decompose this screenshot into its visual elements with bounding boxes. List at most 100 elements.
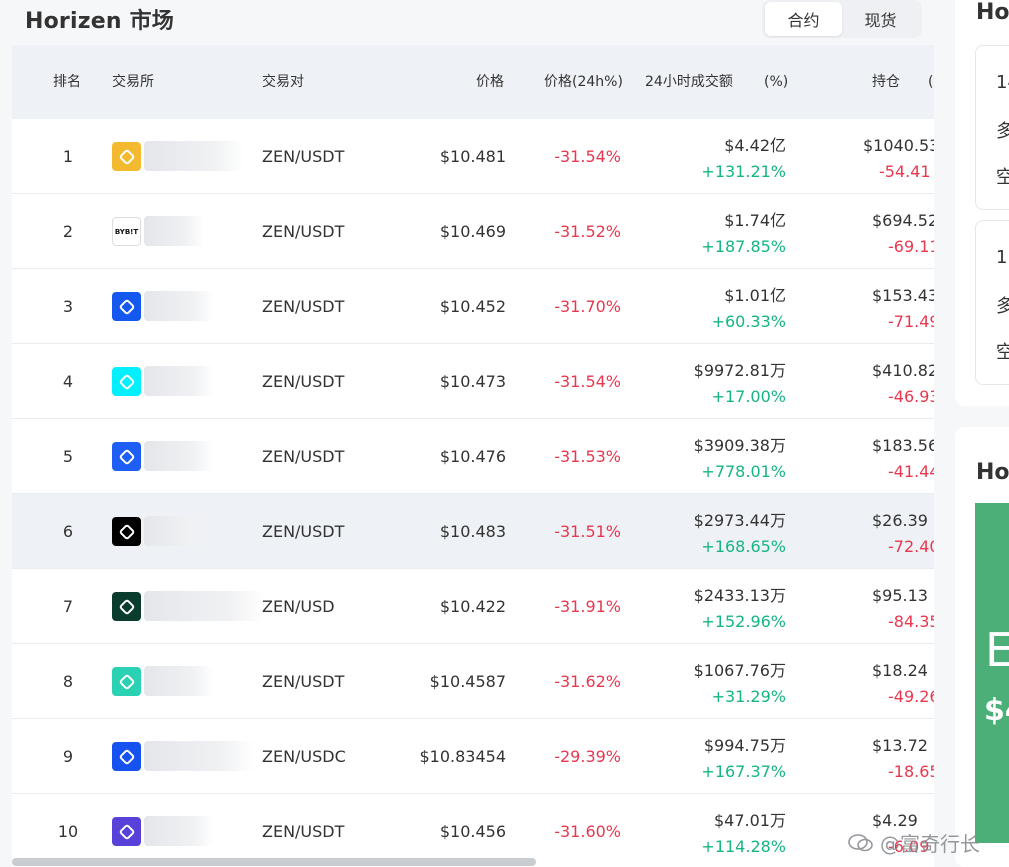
col-pair[interactable]: 交易对	[262, 45, 304, 119]
tab-spot[interactable]: 现货	[842, 2, 919, 36]
sidebar-card-1-title: Hor	[976, 0, 1009, 25]
coinex-logo[interactable]	[112, 667, 141, 696]
change-cell: -31.70%	[554, 297, 621, 316]
pair-cell[interactable]: ZEN/USDT	[262, 494, 344, 569]
table-row[interactable]: 10 ZEN/USDT $10.456 -31.60% $47.01万 +114.28% $…	[12, 794, 934, 867]
table-row[interactable]: 7 ZEN/USD $10.422 -31.91% $2433.13万 +152.96% $…	[12, 569, 934, 644]
pair-cell[interactable]: ZEN/USDT	[262, 119, 344, 194]
stat-box-1-line-1: 14	[996, 72, 1009, 93]
exchange-name-redacted	[144, 216, 204, 246]
price-cell: $10.4587	[429, 672, 506, 691]
table-row[interactable]: 4 ZEN/USDT $10.473 -31.54% $9972.81万 +17.00% $…	[12, 344, 934, 419]
sidebar-stat-box-2: 1: 多 空	[975, 220, 1009, 385]
change-cell: -31.91%	[554, 597, 621, 616]
exchange-name-redacted	[144, 666, 214, 696]
pair-cell[interactable]: ZEN/USDT	[262, 269, 344, 344]
horizontal-scrollbar[interactable]	[12, 858, 536, 866]
rank-cell: 5	[62, 447, 74, 466]
col-volume[interactable]: 24小时成交额	[645, 45, 733, 119]
volume-cell: $4.42亿 +131.21%	[701, 133, 786, 185]
table-row[interactable]: 2 BYB!T ZEN/USDT $10.469 -31.52% $1.74亿 +187.8…	[12, 194, 934, 269]
open-interest-cell: $1040.53 -54.41	[863, 133, 934, 185]
rank-cell: 1	[62, 147, 74, 166]
exchange-name-redacted	[144, 441, 214, 471]
rank-cell: 4	[62, 372, 74, 391]
open-interest-cell: $18.24 -49.26	[872, 658, 934, 710]
table-row[interactable]: 3 ZEN/USDT $10.452 -31.70% $1.01亿 +60.33% $153…	[12, 269, 934, 344]
stat-box-2-line-3: 空	[996, 342, 1009, 363]
col-rank[interactable]: 排名	[53, 45, 81, 119]
pair-cell[interactable]: ZEN/USDT	[262, 644, 344, 719]
table-row[interactable]: 8 ZEN/USDT $10.4587 -31.62% $1067.76万 +31.29%…	[12, 644, 934, 719]
watermark: @富奇行长	[848, 828, 980, 857]
volume-value: $2973.44万	[693, 511, 786, 530]
binance-logo[interactable]	[112, 142, 141, 171]
col-open-interest[interactable]: 持仓	[872, 45, 900, 119]
price-cell: $10.456	[439, 822, 506, 841]
bitget-s-logo[interactable]	[112, 367, 141, 396]
change-cell: -31.52%	[554, 222, 621, 241]
oi-change: -71.49	[888, 312, 934, 331]
market-type-toggle[interactable]: 合约 现货	[762, 0, 922, 38]
volume-change: +167.37%	[701, 762, 786, 781]
volume-value: $3909.38万	[693, 436, 786, 455]
pair-cell[interactable]: ZEN/USDT	[262, 794, 344, 867]
pair-cell[interactable]: ZEN/USDC	[262, 719, 346, 794]
oi-change: -72.40	[888, 537, 934, 556]
pair-cell[interactable]: ZEN/USD	[262, 569, 335, 644]
pair-cell[interactable]: ZEN/USDT	[262, 419, 344, 494]
price-cell: $10.422	[439, 597, 506, 616]
col-volume-pct[interactable]: (%)	[764, 45, 788, 119]
volume-change: +60.33%	[711, 312, 786, 331]
oi-value: $18.24	[872, 661, 928, 680]
table-row[interactable]: 9 ZEN/USDC $10.83454 -29.39% $994.75万 +167.37…	[12, 719, 934, 794]
coinbase-logo[interactable]	[112, 742, 141, 771]
col-price[interactable]: 价格	[476, 45, 504, 119]
logo-glyph	[118, 823, 135, 840]
volume-value: $47.01万	[714, 811, 786, 830]
promo-big-text: E	[985, 623, 1009, 677]
change-cell: -31.54%	[554, 372, 621, 391]
volume-cell: $9972.81万 +17.00%	[694, 358, 786, 410]
logo-glyph	[118, 448, 135, 465]
open-interest-cell: $26.39 -72.40	[872, 508, 934, 560]
price-cell: $10.83454	[419, 747, 506, 766]
exchange-name-redacted	[144, 366, 214, 396]
pair-cell[interactable]: ZEN/USDT	[262, 344, 344, 419]
change-cell: -31.53%	[554, 447, 621, 466]
col-exchange[interactable]: 交易所	[112, 45, 154, 119]
volume-cell: $2433.13万 +152.96%	[694, 583, 786, 635]
oi-value: $95.13	[872, 586, 928, 605]
change-cell: -31.54%	[554, 147, 621, 166]
exchange-name-redacted	[144, 141, 244, 171]
oi-change: -54.41	[879, 162, 931, 181]
volume-value: $994.75万	[703, 736, 786, 755]
col-oi-pct[interactable]: (	[928, 45, 933, 119]
oi-change: -84.35	[888, 612, 934, 631]
volume-value: $1.01亿	[724, 286, 786, 305]
okx-logo[interactable]	[112, 517, 141, 546]
sidebar-promo-card[interactable]: E $4	[975, 503, 1009, 843]
kraken-logo[interactable]	[112, 817, 141, 846]
logo-glyph	[118, 523, 135, 540]
bybit-logo[interactable]: BYB!T	[112, 217, 141, 246]
table-header: 排名 交易所 交易对 价格 价格(24h%) 24小时成交额 (%) 持仓 (	[12, 45, 934, 119]
oi-change: -69.11	[888, 237, 934, 256]
table-row[interactable]: 1 ZEN/USDT $10.481 -31.54% $4.42亿 +131.21% $10…	[12, 119, 934, 194]
bitget-logo[interactable]	[112, 292, 141, 321]
hyperliquid-logo[interactable]	[112, 592, 141, 621]
table-row[interactable]: 6 ZEN/USDT $10.483 -31.51% $2973.44万 +168.65%…	[12, 494, 934, 569]
stat-box-1-line-2: 多	[996, 121, 1009, 142]
mexc-x-logo[interactable]	[112, 442, 141, 471]
volume-value: $4.42亿	[724, 136, 786, 155]
oi-change: -18.65	[888, 762, 934, 781]
price-cell: $10.483	[439, 522, 506, 541]
volume-change: +114.28%	[701, 837, 786, 856]
volume-change: +131.21%	[701, 162, 786, 181]
volume-value: $1067.76万	[693, 661, 786, 680]
price-cell: $10.473	[439, 372, 506, 391]
col-change[interactable]: 价格(24h%)	[544, 45, 623, 119]
pair-cell[interactable]: ZEN/USDT	[262, 194, 344, 269]
tab-futures[interactable]: 合约	[765, 2, 842, 36]
table-row[interactable]: 5 ZEN/USDT $10.476 -31.53% $3909.38万 +778.01%…	[12, 419, 934, 494]
